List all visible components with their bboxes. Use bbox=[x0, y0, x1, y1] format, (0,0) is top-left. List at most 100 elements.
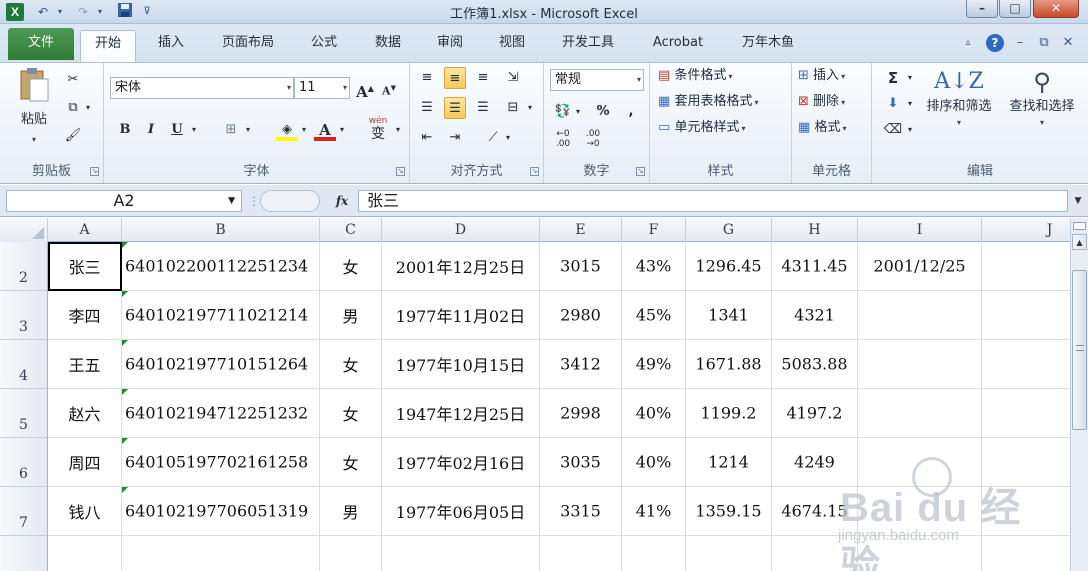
cell-a2[interactable]: 张三 bbox=[48, 242, 122, 291]
cell-g7[interactable]: 1359.15 bbox=[686, 487, 772, 536]
align-top-icon[interactable]: ≡ bbox=[416, 67, 438, 89]
cell-e6[interactable]: 3035 bbox=[540, 438, 622, 487]
delete-cells-button[interactable]: ⊠ 删除 ▾ bbox=[798, 91, 845, 114]
column-header-h[interactable]: H bbox=[772, 218, 858, 242]
grow-font-button[interactable]: A▲ bbox=[354, 77, 376, 101]
format-painter-icon[interactable]: 🖌 bbox=[62, 125, 84, 147]
tab-page-layout[interactable]: 页面布局 bbox=[208, 30, 288, 56]
window-close-icon[interactable]: ✕ bbox=[1060, 34, 1076, 52]
formula-bar-grip-icon[interactable]: ⋮ bbox=[248, 190, 260, 212]
wrap-text-icon[interactable]: ⇲ bbox=[502, 67, 524, 89]
cell-c3[interactable]: 男 bbox=[320, 291, 382, 340]
cell-b7[interactable]: 640102197706051319 bbox=[122, 487, 320, 536]
tab-formulas[interactable]: 公式 bbox=[298, 30, 350, 56]
orientation-icon[interactable]: ⟋ bbox=[482, 127, 504, 149]
cell-e7[interactable]: 3315 bbox=[540, 487, 622, 536]
phonetic-dropdown-icon[interactable]: ▾ bbox=[392, 119, 404, 141]
tab-view[interactable]: 视图 bbox=[486, 30, 538, 56]
column-header-d[interactable]: D bbox=[382, 218, 540, 242]
accounting-format-icon[interactable]: 💱 bbox=[552, 101, 574, 123]
find-select-button[interactable]: ⚲ 查找和选择 ▾ bbox=[1000, 65, 1084, 131]
underline-button[interactable]: U bbox=[166, 119, 188, 141]
window-restore-icon[interactable]: ⧉ bbox=[1036, 34, 1052, 52]
cell-j2[interactable] bbox=[982, 242, 1070, 291]
column-header-j[interactable]: J bbox=[982, 218, 1070, 242]
cell-h4[interactable]: 5083.88 bbox=[772, 340, 858, 389]
tab-wannianmuyu[interactable]: 万年木鱼 bbox=[728, 30, 808, 56]
cell-eblank[interactable] bbox=[540, 536, 622, 571]
column-header-c[interactable]: C bbox=[320, 218, 382, 242]
cell-g2[interactable]: 1296.45 bbox=[686, 242, 772, 291]
cell-d2[interactable]: 2001年12月25日 bbox=[382, 242, 540, 291]
cell-f7[interactable]: 41% bbox=[622, 487, 686, 536]
cell-f2[interactable]: 43% bbox=[622, 242, 686, 291]
cell-b5[interactable]: 640102194712251232 bbox=[122, 389, 320, 438]
cell-b3[interactable]: 640102197711021214 bbox=[122, 291, 320, 340]
row-header[interactable] bbox=[0, 536, 48, 571]
sort-filter-button[interactable]: A↓Z 排序和筛选 ▾ bbox=[920, 65, 998, 131]
decrease-decimal-icon[interactable]: .00 →0 bbox=[582, 129, 604, 151]
decrease-indent-icon[interactable]: ⇤ bbox=[416, 127, 438, 149]
name-box[interactable]: A2 ▼ bbox=[6, 190, 242, 212]
cell-f6[interactable]: 40% bbox=[622, 438, 686, 487]
border-icon[interactable]: ⊞ bbox=[220, 119, 242, 141]
cell-d5[interactable]: 1947年12月25日 bbox=[382, 389, 540, 438]
insert-cells-button[interactable]: ⊞ 插入 ▾ bbox=[798, 65, 845, 88]
cell-e5[interactable]: 2998 bbox=[540, 389, 622, 438]
cell-a7[interactable]: 钱八 bbox=[48, 487, 122, 536]
number-launcher-icon[interactable]: ↘ bbox=[636, 167, 645, 176]
fill-color-icon[interactable]: ◈ bbox=[276, 119, 298, 141]
column-header-a[interactable]: A bbox=[48, 218, 122, 242]
split-box[interactable] bbox=[1073, 222, 1086, 230]
ribbon-collapse-icon[interactable]: ▵ bbox=[960, 34, 976, 52]
align-left-icon[interactable]: ☰ bbox=[416, 97, 438, 119]
close-button[interactable]: ✕ bbox=[1033, 0, 1079, 18]
underline-dropdown-icon[interactable]: ▾ bbox=[188, 119, 200, 141]
cell-e3[interactable]: 2980 bbox=[540, 291, 622, 340]
cell-j3[interactable] bbox=[982, 291, 1070, 340]
cell-h2[interactable]: 4311.45 bbox=[772, 242, 858, 291]
cell-g4[interactable]: 1671.88 bbox=[686, 340, 772, 389]
cell-bblank[interactable] bbox=[122, 536, 320, 571]
cell-j6[interactable] bbox=[982, 438, 1070, 487]
cell-i4[interactable] bbox=[858, 340, 982, 389]
cell-hblank[interactable] bbox=[772, 536, 858, 571]
font-color-dropdown-icon[interactable]: ▾ bbox=[336, 119, 348, 141]
italic-button[interactable]: I bbox=[140, 119, 162, 141]
clear-icon[interactable]: ⌫ bbox=[882, 119, 904, 141]
column-header-e[interactable]: E bbox=[540, 218, 622, 242]
cell-d4[interactable]: 1977年10月15日 bbox=[382, 340, 540, 389]
fill-color-dropdown-icon[interactable]: ▾ bbox=[298, 119, 310, 141]
cell-styles-button[interactable]: ▭ 单元格样式 ▾ bbox=[658, 117, 745, 140]
row-header[interactable]: 7 bbox=[0, 487, 48, 536]
increase-indent-icon[interactable]: ⇥ bbox=[444, 127, 466, 149]
percent-style-button[interactable]: % bbox=[592, 101, 614, 123]
comma-style-button[interactable]: , bbox=[620, 101, 642, 123]
format-cells-button[interactable]: ▦ 格式 ▾ bbox=[798, 117, 846, 140]
fill-icon[interactable]: ⬇ bbox=[882, 93, 904, 115]
cell-g3[interactable]: 1341 bbox=[686, 291, 772, 340]
cell-h6[interactable]: 4249 bbox=[772, 438, 858, 487]
align-right-icon[interactable]: ☰ bbox=[472, 97, 494, 119]
cell-d7[interactable]: 1977年06月05日 bbox=[382, 487, 540, 536]
formula-expand-icon[interactable]: ▼ bbox=[1070, 190, 1086, 212]
number-format-combo[interactable]: 常规 ▾ bbox=[550, 69, 644, 91]
minimize-button[interactable]: – bbox=[966, 0, 998, 18]
column-header-g[interactable]: G bbox=[686, 218, 772, 242]
select-all-corner[interactable] bbox=[0, 218, 48, 242]
cell-g6[interactable]: 1214 bbox=[686, 438, 772, 487]
font-size-combo[interactable]: 11 ▾ bbox=[294, 77, 350, 99]
cell-h7[interactable]: 4674.15 bbox=[772, 487, 858, 536]
conditional-format-button[interactable]: ▤ 条件格式 ▾ bbox=[658, 65, 732, 88]
cell-b6[interactable]: 640105197702161258 bbox=[122, 438, 320, 487]
window-minimize-icon[interactable]: – bbox=[1012, 34, 1028, 52]
cell-h3[interactable]: 4321 bbox=[772, 291, 858, 340]
cell-c4[interactable]: 女 bbox=[320, 340, 382, 389]
cell-b2[interactable]: 640102200112251234 bbox=[122, 242, 320, 291]
cell-d3[interactable]: 1977年11月02日 bbox=[382, 291, 540, 340]
formula-input[interactable]: 张三 bbox=[358, 190, 1068, 212]
increase-decimal-icon[interactable]: ←0.00 bbox=[552, 129, 574, 151]
cell-e4[interactable]: 3412 bbox=[540, 340, 622, 389]
cell-b4[interactable]: 640102197710151264 bbox=[122, 340, 320, 389]
vertical-scrollbar[interactable]: ▲ bbox=[1070, 218, 1088, 571]
